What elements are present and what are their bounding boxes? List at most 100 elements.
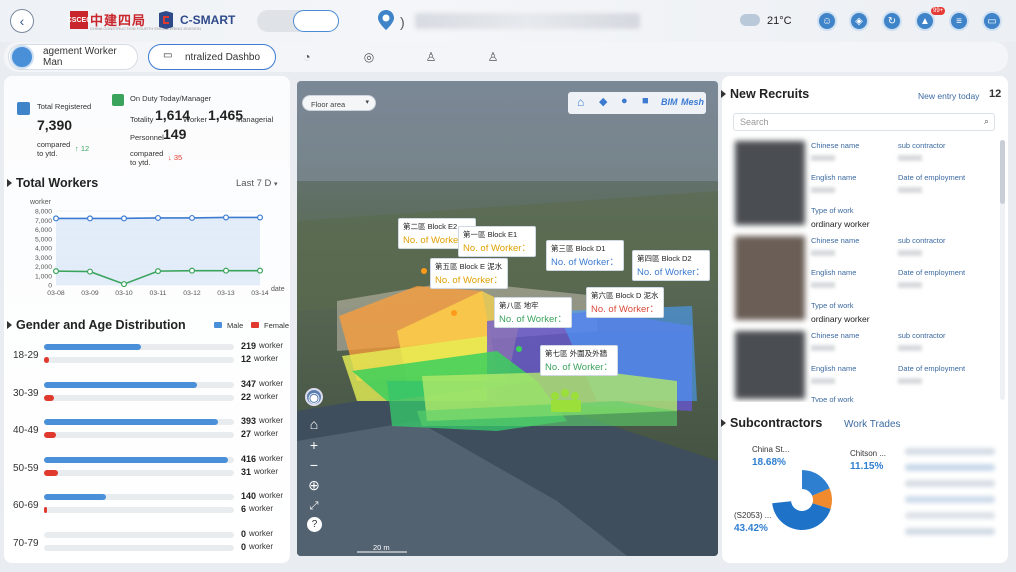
gender-age-title: Gender and Age Distribution [7,318,186,332]
cscec-logo: CSCEC [67,11,91,29]
location-icon[interactable] [375,8,397,32]
compass-icon[interactable]: ◉ [305,388,323,406]
tab-work-trades[interactable]: Work Trades [844,419,901,430]
cube-icon[interactable]: ◆ [599,95,607,108]
data-point [223,267,230,274]
home-icon[interactable]: ⌂ [577,95,584,109]
managerial-label: Managerial [236,115,274,124]
zoom-out-icon[interactable]: − [305,456,323,474]
recruit-photo [735,141,805,225]
label-value: No. of Worker： [435,275,503,286]
label-name: 第二區 Block E2 [403,222,458,231]
recruits-scrollbar[interactable] [1000,140,1005,400]
x-axis-label: date [271,286,285,293]
bim-toggle[interactable]: BIM [661,97,678,107]
unit-label: worker [249,541,274,551]
female-bar-track [44,394,234,401]
map-label-basement[interactable]: 第八區 地牢 No. of Worker： [494,297,572,328]
recruit-photo [735,236,805,320]
person-key-icon[interactable]: ♙ [486,50,500,64]
range-select[interactable]: Last 7 D ▾ [236,178,288,192]
compared-label-2: compared to ytd. [130,149,164,167]
map-label-block-d-mud[interactable]: 第六區 Block D 泥水 No. of Worker： [586,287,664,318]
tab-centralized-dashboard[interactable]: ▭ ntralized Dashbo [148,44,276,70]
data-point [155,214,162,221]
legend-blurred [905,448,995,455]
male-bar [44,456,228,463]
slice-label-china-st: China St... [752,445,790,454]
type-value: ordinary worker [811,219,870,229]
home-icon[interactable]: ⌂ [305,415,323,433]
english-name-blurred [811,187,835,193]
on-duty-icon [112,94,124,106]
layers-icon[interactable]: ■ [642,95,649,107]
data-point [120,281,127,288]
help-icon[interactable]: ? [307,517,322,532]
x-tick-label: 03-09 [81,290,99,297]
device-icon[interactable]: ▭ [982,11,1002,31]
male-bar-track [44,456,234,463]
compass-icon[interactable]: ◈ [849,11,869,31]
female-bar-track [44,469,234,476]
back-button[interactable]: ‹ [10,9,34,33]
tab-label: ntralized Dashbo [185,51,261,63]
map-label-block-d1[interactable]: 第三區 Block D1 No. of Worker： [546,240,624,271]
personnel-value: 149 [163,126,187,142]
male-bar [44,381,198,388]
map-label-block-d2[interactable]: 第四區 Block D2 No. of Worker： [632,250,710,281]
map-label-block-e1[interactable]: 第一區 Block E1 No. of Worker： [458,226,536,257]
target-icon[interactable]: ◎ [362,50,376,64]
male-bar [44,494,106,500]
user-settings-icon[interactable]: ☺ [817,11,837,31]
x-tick-label: 03-12 [183,290,201,297]
english-name-blurred [811,378,835,384]
pie-chart-icon[interactable]: ◔ [300,50,314,64]
floor-select[interactable]: Floor area ▾ [302,95,376,111]
date-blurred [898,282,922,288]
recruits-fade [724,402,1006,412]
view-toggle[interactable] [257,10,339,32]
female-bar-track [44,544,234,551]
y-tick-label: 2,000 [35,264,52,271]
pin-icon[interactable]: ● [621,95,628,107]
map-label-perimeter[interactable]: 第七區 外圍及外牆 No. of Worker： [540,345,618,376]
registered-icon [17,102,30,115]
slice-label-chitson: Chitson ... [850,449,887,458]
refresh-icon[interactable]: ↻ [882,11,902,31]
search-input[interactable]: Search ⌕ [733,113,995,131]
data-point [223,214,230,221]
data-point [52,215,59,222]
slice-label-s2053: (S2053) ... [734,511,772,520]
zoom-in-icon[interactable]: + [305,436,323,454]
temperature: 21°C [767,15,792,27]
globe-icon[interactable]: ⊕ [305,476,323,494]
data-point [52,268,59,275]
monitor-icon: ▭ [163,50,173,61]
chevron-down-icon: ▾ [365,99,369,106]
fullscreen-icon[interactable]: ⤢ [305,497,323,515]
subcontractors-title[interactable]: Subcontractors [720,416,822,430]
female-value: 6 worker [241,504,274,514]
female-value: 31 worker [241,466,279,477]
worker-icon[interactable]: ♙ [424,50,438,64]
date-blurred [898,187,922,193]
label-name: 第五區 Block E 泥水 [435,262,503,271]
female-bar [44,469,58,476]
legend-female-swatch [251,322,259,328]
document-icon[interactable]: ≡ [949,11,969,31]
male-bar-track [44,419,234,425]
unit-label: worker [254,466,279,476]
scale-label: 20 m [373,543,390,552]
range-select-label: Last 7 D [236,178,272,189]
mesh-toggle[interactable]: Mesh [681,97,704,107]
slice-pct-chitson: 11.15% [850,461,884,472]
label-name: 第三區 Block D1 [551,244,606,253]
slice-pct-china-st: 18.68% [752,457,786,468]
chinese-name-blurred [811,250,835,256]
y-tick-label: 0 [48,283,52,290]
x-tick-label: 03-11 [150,290,167,297]
female-bar [44,507,47,513]
map-label-block-e-mud[interactable]: 第五區 Block E 泥水 No. of Worker： [430,258,508,289]
toggle-knob [293,10,339,32]
legend-blurred [905,512,995,519]
